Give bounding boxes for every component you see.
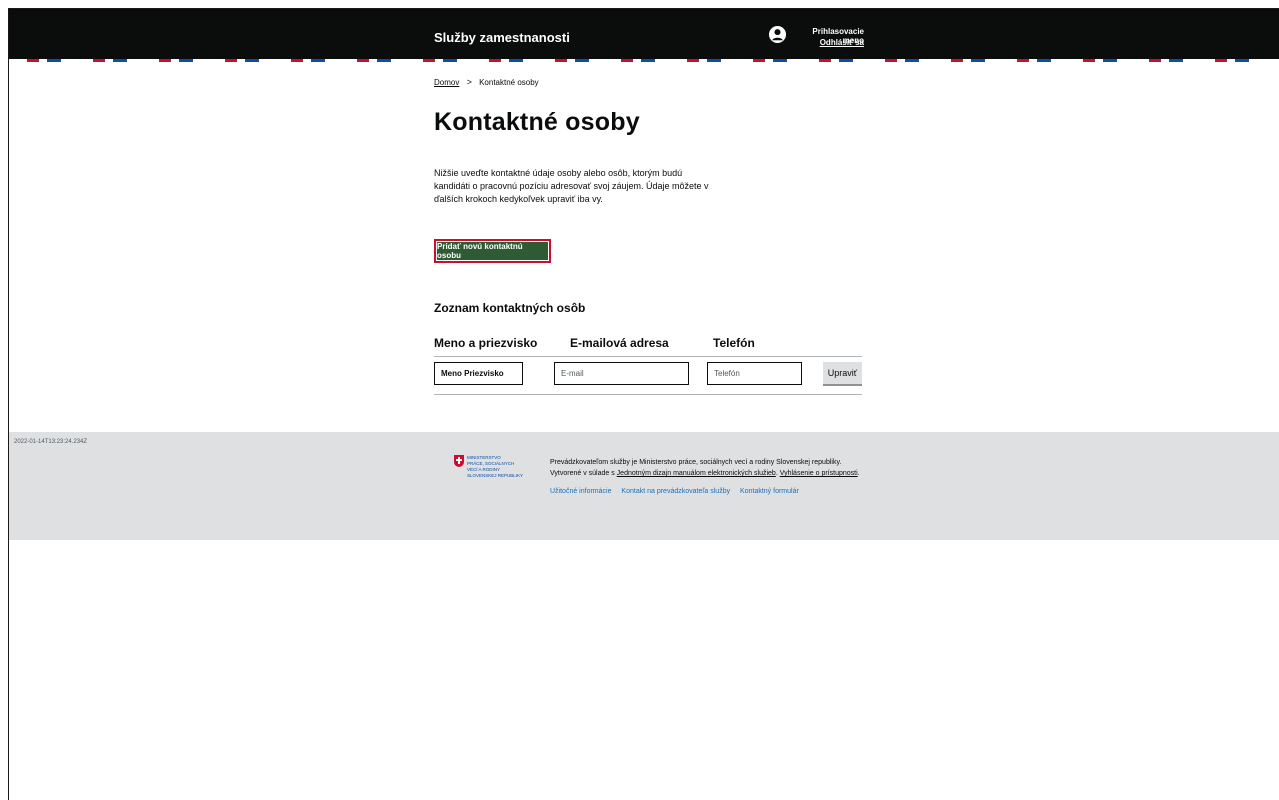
add-contact-button-label[interactable]: Pridať novú kontaktnú osobu <box>437 242 548 260</box>
logo-line: SLOVENSKEJ REPUBLIKY <box>467 473 524 478</box>
user-icon <box>768 25 787 44</box>
breadcrumb-home-link[interactable]: Domov <box>434 78 459 87</box>
footer-text: Prevádzkovateľom služby je Ministerstvo … <box>550 457 870 479</box>
logo-line: VECÍ A RODINY <box>467 467 501 472</box>
phone-field[interactable]: Telefón <box>707 362 802 385</box>
useful-info-link[interactable]: Užitočné informácie <box>550 488 611 495</box>
contact-form-link[interactable]: Kontaktný formulár <box>740 488 799 495</box>
footer-text-part: . <box>857 470 860 477</box>
page-title: Kontaktné osoby <box>434 108 640 136</box>
design-manual-link[interactable]: Jednotným dizajn manuálom elektronických… <box>617 470 776 477</box>
breadcrumb-separator: > <box>466 77 472 87</box>
ministry-logo[interactable]: MINISTERSTVO PRÁCE, SOCIÁLNYCH VECÍ A RO… <box>454 455 524 495</box>
column-header-phone: Telefón <box>713 336 755 350</box>
breadcrumb: Domov > Kontaktné osoby <box>434 77 539 87</box>
timestamp: 2022-01-14T13:23:24.234Z <box>14 439 88 445</box>
window-frame <box>8 8 1279 800</box>
name-field[interactable]: Meno Priezvisko <box>434 362 523 385</box>
intro-text: Nižšie uveďte kontaktné údaje osoby aleb… <box>434 168 709 204</box>
site-header <box>9 9 1279 59</box>
add-contact-button[interactable]: Pridať novú kontaktnú osobu <box>434 239 551 263</box>
table-row: Meno Priezvisko E-mail Telefón Upraviť <box>434 356 862 395</box>
logout-link[interactable]: Odhlásiť sa <box>802 38 864 47</box>
breadcrumb-current: Kontaktné osoby <box>479 78 539 87</box>
service-name[interactable]: Služby zamestnanosti <box>434 30 570 45</box>
edit-button[interactable]: Upraviť <box>823 362 862 386</box>
column-header-email: E-mailová adresa <box>570 336 669 350</box>
header-stripe <box>9 59 1279 62</box>
contact-list-title: Zoznam kontaktných osôb <box>434 301 586 315</box>
logo-line: MINISTERSTVO <box>467 455 501 460</box>
footer <box>9 432 1279 540</box>
column-header-name: Meno a priezvisko <box>434 336 538 350</box>
logo-line: PRÁCE, SOCIÁLNYCH <box>467 461 515 466</box>
coat-of-arms-icon <box>454 455 464 467</box>
accessibility-statement-link[interactable]: Vyhlásenie o prístupnosti <box>780 470 858 477</box>
email-field[interactable]: E-mail <box>554 362 689 385</box>
footer-links: Užitočné informácie Kontakt na prevádzko… <box>550 488 807 495</box>
operator-contact-link[interactable]: Kontakt na prevádzkovateľa služby <box>621 488 730 495</box>
